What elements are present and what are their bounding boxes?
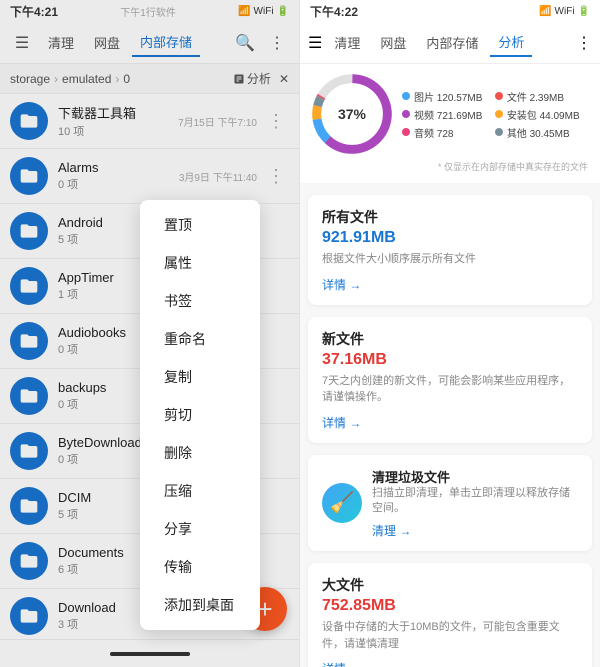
right-tab-storage[interactable]: 内部存储 [418, 29, 486, 56]
card-large-files-desc: 设备中存储的大于10MB的文件，可能包含重要文件，请谨慎清理 [322, 619, 578, 652]
context-menu-item-7[interactable]: 压缩 [140, 472, 260, 510]
legend-label-videos: 视频 721.69MB [414, 107, 482, 122]
card-all-files-link[interactable]: 详情 → [322, 276, 578, 293]
context-menu-item-2[interactable]: 书签 [140, 282, 260, 320]
chart-row: 37% 图片 120.57MB 文件 2.39MB 视频 721.69MB 安 [312, 74, 588, 154]
legend-label-files: 文件 2.39MB [507, 89, 564, 104]
legend-label-packages: 安装包 44.09MB [507, 107, 580, 122]
right-battery-icon: 🔋 [578, 6, 590, 17]
chart-legend: 图片 120.57MB 文件 2.39MB 视频 721.69MB 安装包 44… [402, 89, 580, 140]
card-clean: 🧹 清理垃圾文件 扫描立即清理，单击立即清理以释放存储空间。 清理 → [308, 455, 592, 552]
legend-dot-audio [402, 128, 410, 136]
legend-dot-files [495, 92, 503, 100]
context-menu-item-4[interactable]: 复制 [140, 358, 260, 396]
context-menu-item-3[interactable]: 重命名 [140, 320, 260, 358]
right-wifi-icon: WiFi [555, 6, 575, 17]
right-panel: 下午4:22 📶 WiFi 🔋 ☰ 清理 网盘 内部存储 分析 ⋮ [300, 0, 600, 667]
card-new-files-title: 新文件 [322, 329, 578, 349]
card-new-files: 新文件 37.16MB 7天之内创建的新文件，可能会影响某些应用程序，请谨慎操作… [308, 317, 592, 443]
clean-icon: 🧹 [322, 483, 362, 523]
context-menu-item-6[interactable]: 删除 [140, 434, 260, 472]
right-tab-clean[interactable]: 清理 [326, 29, 368, 56]
legend-label-audio: 音频 728 [414, 125, 453, 140]
chart-section: 37% 图片 120.57MB 文件 2.39MB 视频 721.69MB 安 [300, 64, 600, 183]
right-signal-icon: 📶 [539, 6, 551, 17]
card-new-files-desc: 7天之内创建的新文件，可能会影响某些应用程序，请谨慎操作。 [322, 373, 578, 406]
card-large-files-title: 大文件 [322, 575, 578, 595]
card-clean-body: 清理垃圾文件 扫描立即清理，单击立即清理以释放存储空间。 清理 → [372, 467, 578, 540]
context-menu-item-1[interactable]: 属性 [140, 244, 260, 282]
donut-chart: 37% [312, 74, 392, 154]
legend-photos: 图片 120.57MB [402, 89, 487, 104]
card-new-files-link[interactable]: 详情 → [322, 414, 578, 431]
legend-videos: 视频 721.69MB [402, 107, 487, 122]
legend-other: 其他 30.45MB [495, 125, 580, 140]
legend-dot-packages [495, 110, 503, 118]
right-more-icon[interactable]: ⋮ [576, 33, 592, 53]
card-all-files-desc: 根据文件大小顺序展示所有文件 [322, 251, 578, 268]
card-new-files-size: 37.16MB [322, 351, 578, 369]
context-menu-item-9[interactable]: 传输 [140, 548, 260, 586]
legend-dot-photos [402, 92, 410, 100]
legend-packages: 安装包 44.09MB [495, 107, 580, 122]
donut-center-label: 37% [338, 106, 366, 122]
card-large-files: 大文件 752.85MB 设备中存储的大于10MB的文件，可能包含重要文件，请谨… [308, 563, 592, 667]
card-clean-title: 清理垃圾文件 [372, 467, 578, 486]
card-all-files: 所有文件 921.91MB 根据文件大小顺序展示所有文件 详情 → [308, 195, 592, 305]
card-clean-desc: 扫描立即清理，单击立即清理以释放存储空间。 [372, 486, 578, 517]
context-menu: 置顶 属性 书签 重命名 复制 剪切 删除 压缩 分享 传输 添加到桌面 [140, 200, 260, 630]
right-menu-icon[interactable]: ☰ [308, 33, 322, 53]
right-status-bar: 下午4:22 📶 WiFi 🔋 [300, 0, 600, 22]
legend-label-other: 其他 30.45MB [507, 125, 570, 140]
card-all-files-title: 所有文件 [322, 207, 578, 227]
context-menu-item-8[interactable]: 分享 [140, 510, 260, 548]
right-status-icons: 📶 WiFi 🔋 [539, 6, 590, 17]
legend-audio: 音频 728 [402, 125, 487, 140]
legend-files: 文件 2.39MB [495, 89, 580, 104]
legend-dot-other [495, 128, 503, 136]
card-clean-link[interactable]: 清理 → [372, 522, 578, 539]
right-nav-bar: ☰ 清理 网盘 内部存储 分析 ⋮ [300, 22, 600, 64]
right-tab-analysis[interactable]: 分析 [490, 28, 532, 57]
card-large-files-size: 752.85MB [322, 597, 578, 615]
right-time: 下午4:22 [310, 3, 358, 20]
context-menu-item-5[interactable]: 剪切 [140, 396, 260, 434]
card-large-files-link[interactable]: 详情 → [322, 660, 578, 667]
right-tab-cloud[interactable]: 网盘 [372, 29, 414, 56]
legend-dot-videos [402, 110, 410, 118]
chart-note: * 仅显示在内部存储中真实存在的文件 [312, 160, 588, 173]
card-clean-row: 🧹 清理垃圾文件 扫描立即清理，单击立即清理以释放存储空间。 清理 → [322, 467, 578, 540]
context-menu-item-0[interactable]: 置顶 [140, 206, 260, 244]
legend-label-photos: 图片 120.57MB [414, 89, 482, 104]
context-menu-item-10[interactable]: 添加到桌面 [140, 586, 260, 624]
card-all-files-size: 921.91MB [322, 229, 578, 247]
left-panel: 下午4:21 下午1行软件 📶 WiFi 🔋 ☰ 清理 网盘 内部存储 🔍 ⋮ … [0, 0, 300, 667]
